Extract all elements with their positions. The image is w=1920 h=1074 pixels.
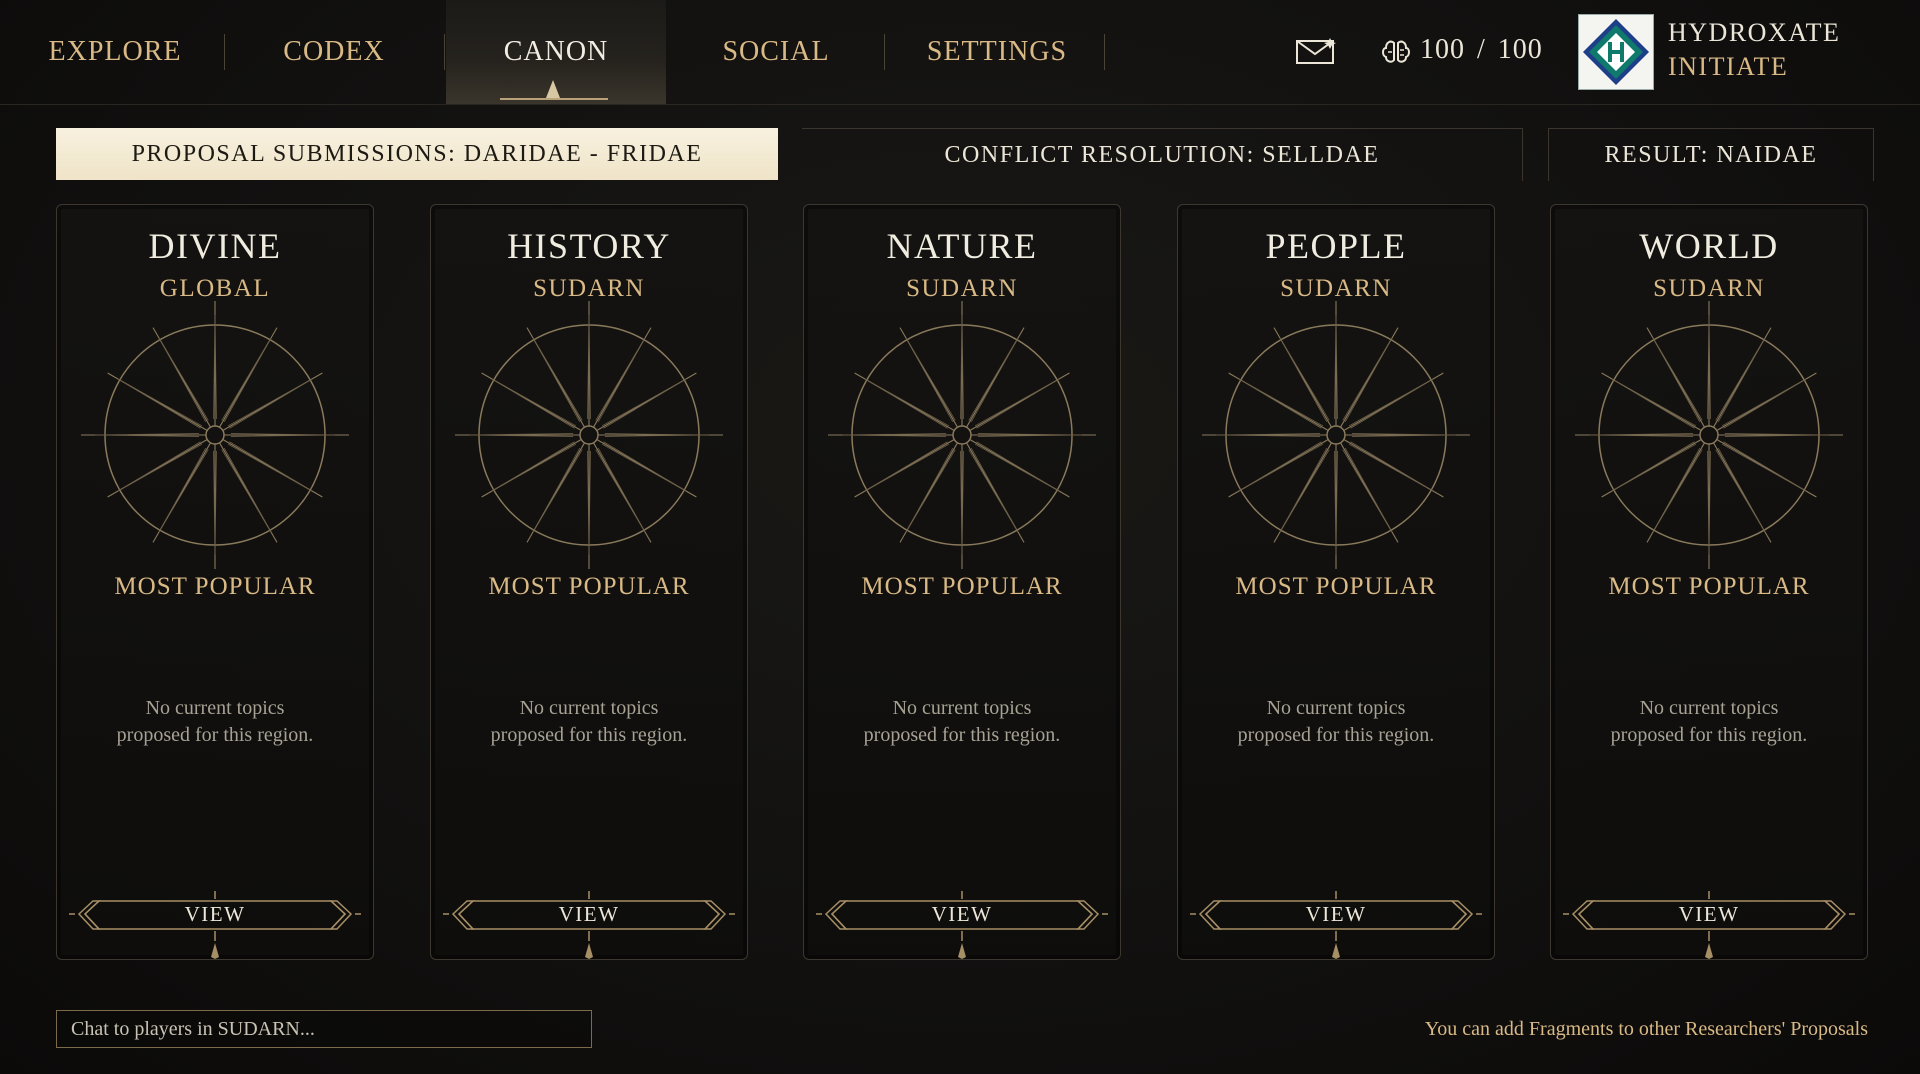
tab-settings[interactable]: SETTINGS: [916, 0, 1078, 104]
user-rank: INITIATE: [1668, 52, 1789, 81]
empty-message-line-1: No current topics: [145, 697, 285, 719]
energy-counter: 100 / 100: [1420, 30, 1543, 70]
empty-message-line-2: proposed for this region.: [490, 724, 688, 746]
phase-proposal-submissions: PROPOSAL SUBMISSIONS: DARIDAE - FRIDAE: [56, 128, 778, 180]
view-button-label: VIEW: [558, 902, 620, 926]
empty-message-line-1: No current topics: [1266, 697, 1406, 719]
top-nav-bar: EXPLORE CODEX CANON SOCIAL SETTINGS 100 …: [0, 0, 1920, 105]
compass-rose-icon: [828, 301, 1096, 569]
card-title: HISTORY: [507, 226, 671, 266]
card-region: SUDARN: [906, 275, 1018, 302]
active-tab-underline: [500, 98, 608, 100]
card-title: WORLD: [1639, 226, 1779, 266]
card-most-popular-heading: MOST POPULAR: [861, 573, 1063, 600]
view-button[interactable]: VIEW: [1563, 877, 1855, 959]
nav-divider: [444, 34, 445, 70]
view-button[interactable]: VIEW: [69, 877, 361, 959]
view-button-label: VIEW: [931, 902, 993, 926]
chat-input[interactable]: [56, 1010, 592, 1048]
active-tab-marker-icon: [546, 80, 560, 98]
compass-rose-icon: [1575, 301, 1843, 569]
compass-rose-icon: [81, 301, 349, 569]
envelope-icon[interactable]: [1296, 38, 1336, 64]
empty-message-line-1: No current topics: [892, 697, 1032, 719]
empty-message-line-1: No current topics: [519, 697, 659, 719]
tab-explore[interactable]: EXPLORE: [40, 0, 190, 104]
card-most-popular-heading: MOST POPULAR: [488, 573, 690, 600]
card-most-popular-heading: MOST POPULAR: [114, 573, 316, 600]
category-card-nature: NATURE SUDARN MOST POPULAR No current to…: [803, 204, 1121, 960]
view-button[interactable]: VIEW: [1190, 877, 1482, 959]
nav-divider: [224, 34, 225, 70]
diamond-h-emblem-icon[interactable]: [1578, 14, 1654, 90]
card-title: DIVINE: [148, 226, 282, 266]
nav-divider: [884, 34, 885, 70]
compass-rose-icon: [1202, 301, 1470, 569]
card-region: GLOBAL: [159, 275, 271, 302]
card-empty-message: No current topics proposed for this regi…: [461, 695, 717, 749]
card-region: SUDARN: [1653, 275, 1765, 302]
empty-message-line-2: proposed for this region.: [1610, 724, 1808, 746]
nav-divider: [1104, 34, 1105, 70]
card-empty-message: No current topics proposed for this regi…: [87, 695, 343, 749]
category-card-world: WORLD SUDARN MOST POPULAR No current top…: [1550, 204, 1868, 960]
card-region: SUDARN: [1280, 275, 1392, 302]
card-empty-message: No current topics proposed for this regi…: [1208, 695, 1464, 749]
empty-message-line-2: proposed for this region.: [116, 724, 314, 746]
energy-separator: /: [1477, 34, 1486, 65]
view-button-label: VIEW: [184, 902, 246, 926]
phase-conflict-resolution: CONFLICT RESOLUTION: SELLDAE: [802, 128, 1523, 181]
view-button-label: VIEW: [1305, 902, 1367, 926]
category-card-people: PEOPLE SUDARN MOST POPULAR No current to…: [1177, 204, 1495, 960]
fragments-hint: You can add Fragments to other Researche…: [1424, 1018, 1868, 1040]
energy-max: 100: [1497, 34, 1543, 65]
view-button-label: VIEW: [1678, 902, 1740, 926]
compass-rose-icon: [455, 301, 723, 569]
tab-social[interactable]: SOCIAL: [700, 0, 852, 104]
card-most-popular-heading: MOST POPULAR: [1608, 573, 1810, 600]
view-button[interactable]: VIEW: [443, 877, 735, 959]
empty-message-line-2: proposed for this region.: [1237, 724, 1435, 746]
card-region: SUDARN: [533, 275, 645, 302]
card-title: NATURE: [886, 226, 1038, 266]
card-title: PEOPLE: [1265, 226, 1407, 266]
view-button[interactable]: VIEW: [816, 877, 1108, 959]
category-card-divine: DIVINE GLOBAL MOST POPULAR No current to…: [56, 204, 374, 960]
phase-result: RESULT: NAIDAE: [1548, 128, 1874, 181]
empty-message-line-2: proposed for this region.: [863, 724, 1061, 746]
category-card-history: HISTORY SUDARN MOST POPULAR No current t…: [430, 204, 748, 960]
energy-current: 100: [1420, 34, 1465, 65]
user-name[interactable]: HYDROXATE: [1668, 18, 1840, 48]
card-empty-message: No current topics proposed for this regi…: [834, 695, 1090, 749]
tab-codex[interactable]: CODEX: [258, 0, 410, 104]
empty-message-line-1: No current topics: [1639, 697, 1779, 719]
card-empty-message: No current topics proposed for this regi…: [1581, 695, 1837, 749]
card-most-popular-heading: MOST POPULAR: [1235, 573, 1437, 600]
brain-icon: [1382, 40, 1410, 63]
